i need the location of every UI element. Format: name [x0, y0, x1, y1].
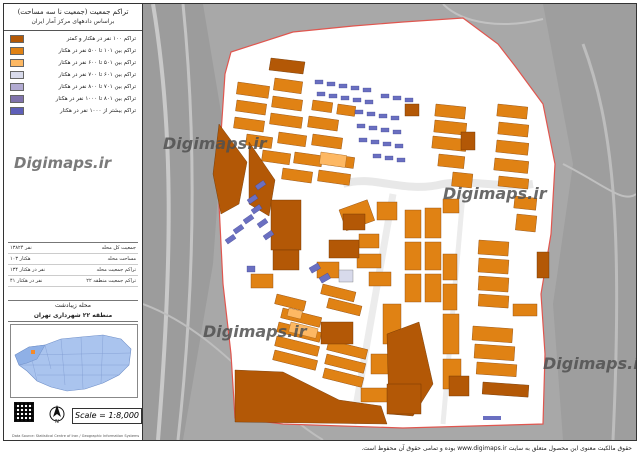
- legend-label: تراکم بین ۱۰۱ تا ۵۰۰ نفر در هکتار: [58, 48, 136, 54]
- stats-row: ۱۳۴ نفر در هکتار تراکم جمعیت محله: [8, 265, 138, 276]
- legend-swatch: [10, 95, 24, 103]
- stat-label: تراکم جمعیت منطقه ۲۲: [86, 278, 136, 284]
- data-credit: Data Source: Statistical Centre of Iran …: [12, 434, 140, 438]
- map-title: تراکم جمعیت (جمعیت نا سه مساحت): [17, 8, 129, 16]
- neighborhood-name: محله زیبادشت: [55, 302, 91, 309]
- stats-row: ۱۳۸۲۴ نفر جمعیت کل محله: [8, 243, 138, 254]
- tehran-districts-map: [14, 334, 132, 392]
- north-arrow-icon: N: [49, 405, 65, 424]
- legend-swatch: [10, 71, 24, 79]
- stats-row: ۴۱ نفر در هکتار تراکم جمعیت منطقه ۲۲: [8, 276, 138, 287]
- stat-label: جمعیت کل محله: [101, 245, 136, 251]
- title-block: تراکم جمعیت (جمعیت نا سه مساحت) براساس د…: [4, 4, 142, 31]
- svg-text:N: N: [55, 419, 59, 424]
- legend-item: تراکم بین ۸۰۱ تا ۱۰۰۰ نفر در هکتار: [8, 94, 138, 104]
- watermark-map-1: Digimaps.ir: [163, 134, 267, 153]
- density-block-high-small: [483, 416, 501, 420]
- stat-value: ۱۳۴ نفر در هکتار: [10, 267, 46, 273]
- location-title: محله زیبادشت منطقه ۲۲ شهرداری تهران: [8, 300, 138, 322]
- density-block-palest: [338, 269, 354, 283]
- copyright-text: حقوق مالکیت معنوی این محصول متعلق به سای…: [361, 445, 632, 452]
- legend-label: تراکم بین ۷۰۱ تا ۸۰۰ نفر در هکتار: [58, 84, 136, 90]
- legend-item: تراکم بین ۶۰۱ تا ۷۰۰ نفر در هکتار: [8, 70, 138, 80]
- legend-label: تراکم بین ۸۰۱ تا ۱۰۰۰ نفر در هکتار: [55, 96, 136, 102]
- legend-label: تراکم بیشتر از ۱۰۰۰ نفر در هکتار: [59, 108, 136, 114]
- qr-code-icon: [14, 402, 34, 422]
- legend-item: تراکم بین ۷۰۱ تا ۸۰۰ نفر در هکتار: [8, 82, 138, 92]
- legend-swatch: [10, 47, 24, 55]
- legend-swatch: [10, 35, 24, 43]
- stat-value: ۱۰۳ هکتار: [10, 256, 31, 262]
- legend: تراکم ۱۰۰ نفر در هکتار و کمتر تراکم بین …: [8, 34, 138, 118]
- stats-table: ۱۳۸۲۴ نفر جمعیت کل محله ۱۰۳ هکتار مساحت مح…: [8, 242, 138, 287]
- map-canvas: [143, 4, 636, 440]
- legend-item: تراکم بین ۱۰۱ تا ۵۰۰ نفر در هکتار: [8, 46, 138, 56]
- district-name: منطقه ۲۲ شهرداری تهران: [33, 312, 113, 319]
- stat-label: مساحت محله: [107, 256, 137, 262]
- legend-label: تراکم ۱۰۰ نفر در هکتار و کمتر: [66, 36, 136, 42]
- location-inset-map: [10, 324, 138, 398]
- legend-sidebar: تراکم جمعیت (جمعیت نا سه مساحت) براساس د…: [4, 4, 143, 440]
- watermark-sidebar: Digimaps.ir: [14, 154, 112, 172]
- legend-swatch: [10, 83, 24, 91]
- scale-label: Scale = 1:8,000: [72, 408, 142, 424]
- stats-row: ۱۰۳ هکتار مساحت محله: [8, 254, 138, 265]
- neighborhood-marker: [31, 350, 35, 354]
- map-subtitle: براساس دادههای مرکز آمار ایران: [31, 18, 115, 25]
- copyright-footer: حقوق مالکیت معنوی این محصول متعلق به سای…: [4, 443, 638, 459]
- watermark-map-3: Digimaps.ir: [203, 322, 307, 341]
- neighborhood-map: Digimaps.ir Digimaps.ir Digimaps.ir Digi…: [143, 4, 636, 440]
- legend-item: تراکم ۱۰۰ نفر در هکتار و کمتر: [8, 34, 138, 44]
- stat-label: تراکم جمعیت محله: [96, 267, 136, 273]
- watermark-map-4: Digimaps.ir: [543, 354, 636, 373]
- legend-item: تراکم بین ۵۰۱ تا ۶۰۰ نفر در هکتار: [8, 58, 138, 68]
- map-footer-tools: N Scale = 1:8,000 Data Source: Statistic…: [8, 400, 142, 440]
- legend-label: تراکم بین ۵۰۱ تا ۶۰۰ نفر در هکتار: [58, 60, 136, 66]
- legend-swatch: [10, 59, 24, 67]
- watermark-map-2: Digimaps.ir: [443, 184, 547, 203]
- legend-swatch: [10, 107, 24, 115]
- stat-value: ۱۳۸۲۴ نفر: [10, 245, 32, 251]
- legend-label: تراکم بین ۶۰۱ تا ۷۰۰ نفر در هکتار: [58, 72, 136, 78]
- legend-item: تراکم بیشتر از ۱۰۰۰ نفر در هکتار: [8, 106, 138, 116]
- stat-value: ۴۱ نفر در هکتار: [10, 278, 43, 284]
